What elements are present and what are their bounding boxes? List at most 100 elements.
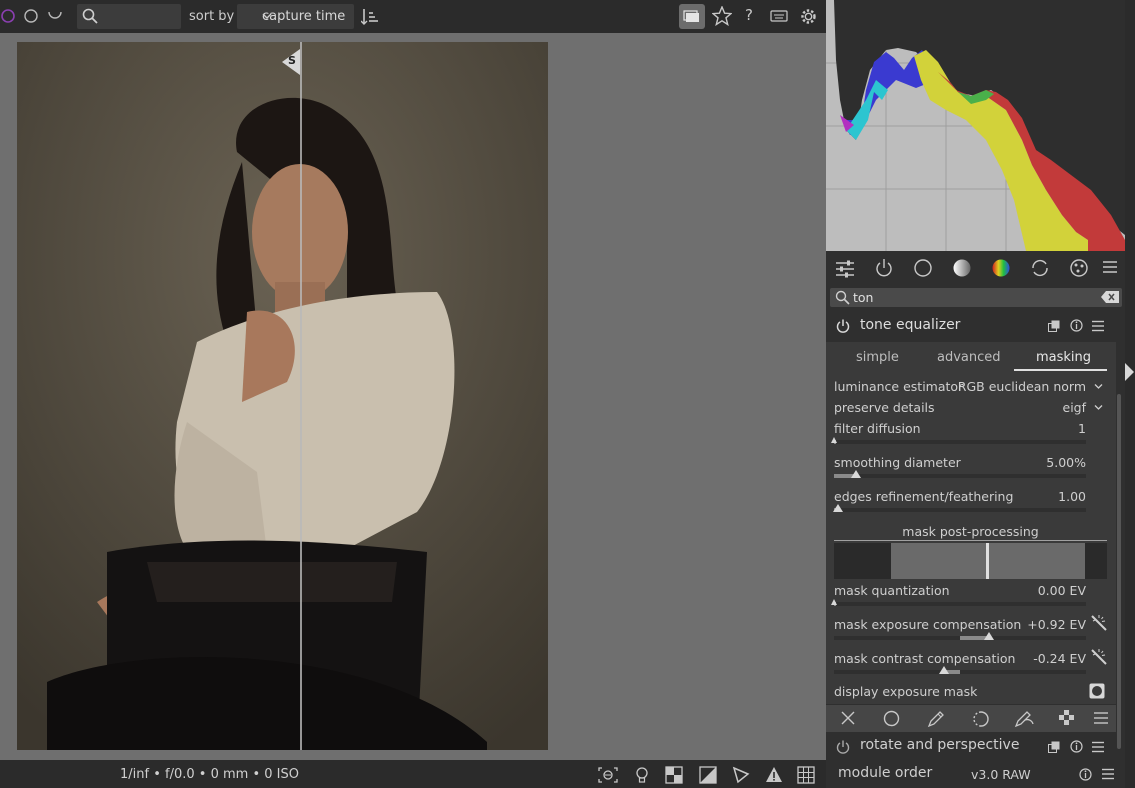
- module-order-label: module order: [838, 765, 933, 781]
- help-icon[interactable]: ?: [745, 6, 753, 24]
- mask-histogram-bar[interactable]: [834, 543, 1107, 579]
- histogram[interactable]: [826, 0, 1125, 251]
- power-icon[interactable]: [874, 258, 894, 278]
- chevron-down-icon[interactable]: [1094, 403, 1103, 412]
- filter-diffusion-label: filter diffusion: [834, 421, 921, 436]
- close-icon[interactable]: [841, 711, 855, 725]
- luminance-estimator-label: luminance estimator: [834, 379, 964, 394]
- tab-simple[interactable]: simple: [856, 350, 899, 365]
- effects-group-icon[interactable]: [1069, 258, 1089, 278]
- multi-instance-icon[interactable]: [1048, 320, 1060, 332]
- color-group-icon[interactable]: [991, 258, 1011, 278]
- module-power-icon[interactable]: [836, 319, 850, 333]
- slider-handle[interactable]: [831, 599, 837, 605]
- clear-search-icon[interactable]: [1101, 291, 1119, 303]
- reset-icon[interactable]: [1070, 319, 1083, 332]
- star-overlay-icon[interactable]: [712, 6, 732, 26]
- sort-order-icon[interactable]: [361, 8, 379, 26]
- mask-histogram-marker: [986, 543, 989, 579]
- preserve-details-select[interactable]: eigf: [1063, 400, 1087, 415]
- correct-group-icon[interactable]: [1030, 258, 1050, 278]
- smoothing-diameter-slider[interactable]: [834, 474, 1086, 478]
- mask-quantization-label: mask quantization: [834, 583, 950, 598]
- edges-refinement-slider[interactable]: [834, 508, 1086, 512]
- search-input[interactable]: [77, 4, 181, 29]
- preserve-details-label: preserve details: [834, 400, 935, 415]
- blend-menu-icon[interactable]: [1094, 711, 1108, 725]
- magic-wand-icon[interactable]: [1090, 648, 1108, 666]
- multi-instance-icon[interactable]: [1048, 741, 1060, 753]
- reset-icon[interactable]: [1070, 740, 1083, 753]
- expand-panel-arrow-icon[interactable]: [1125, 363, 1135, 381]
- slider-handle[interactable]: [833, 504, 843, 512]
- search-icon: [82, 8, 98, 24]
- split-handle[interactable]: S: [282, 49, 300, 75]
- photo-preview[interactable]: [17, 42, 548, 750]
- hamburger-menu-icon[interactable]: [1103, 260, 1117, 274]
- mask-tools-bar: [826, 705, 1116, 732]
- mask-exposure-slider[interactable]: [834, 636, 1086, 640]
- tab-advanced[interactable]: advanced: [937, 350, 1001, 365]
- mask-exposure-label: mask exposure compensation: [834, 617, 1022, 632]
- module-order-menu-icon[interactable]: [1102, 768, 1114, 780]
- module-search-field[interactable]: ton: [830, 288, 1122, 307]
- sort-select[interactable]: capture time: [237, 4, 354, 29]
- keyboard-shortcuts-icon[interactable]: [770, 9, 788, 23]
- chevron-down-icon: [262, 11, 349, 21]
- base-group-icon[interactable]: [913, 258, 933, 278]
- raster-mask-icon[interactable]: [1058, 710, 1075, 727]
- grouping-button[interactable]: [679, 4, 705, 29]
- slider-handle[interactable]: [851, 470, 861, 478]
- warning-icon[interactable]: [765, 766, 783, 784]
- gamut-check-icon[interactable]: [732, 766, 750, 784]
- presets-menu-icon[interactable]: [1092, 741, 1104, 753]
- right-edge-strip: [1125, 0, 1135, 788]
- sort-by-label: sort by: [189, 9, 235, 24]
- tab-masking[interactable]: masking: [1036, 350, 1091, 365]
- display-mask-toggle[interactable]: [1089, 683, 1105, 699]
- smoothing-diameter-value[interactable]: 5.00%: [1046, 455, 1086, 470]
- drawn-parametric-mask-icon[interactable]: [1014, 710, 1034, 728]
- rotate-perspective-header[interactable]: rotate and perspective: [826, 733, 1116, 760]
- guides-icon[interactable]: [797, 766, 815, 784]
- module-power-icon[interactable]: [836, 740, 850, 754]
- adjust-sliders-icon[interactable]: [835, 259, 855, 279]
- parametric-mask-icon[interactable]: [972, 710, 990, 728]
- uniform-mask-icon[interactable]: [883, 710, 900, 727]
- tone-equalizer-header[interactable]: tone equalizer: [826, 311, 1116, 341]
- lightbulb-icon[interactable]: [633, 766, 651, 784]
- arc-filter-icon[interactable]: [47, 8, 63, 24]
- edges-refinement-value[interactable]: 1.00: [1058, 489, 1086, 504]
- module-order-value: v3.0 RAW: [971, 767, 1031, 782]
- panel-scrollbar[interactable]: [1117, 394, 1121, 749]
- mask-quantization-slider[interactable]: [834, 602, 1086, 606]
- color-assessment-icon[interactable]: [665, 766, 683, 784]
- portrait-image: [17, 42, 548, 750]
- split-marker-label: S: [288, 54, 296, 67]
- mask-exposure-value[interactable]: +0.92 EV: [1027, 617, 1086, 632]
- magic-wand-icon[interactable]: [1090, 614, 1108, 632]
- mask-contrast-label: mask contrast compensation: [834, 651, 1016, 666]
- presets-menu-icon[interactable]: [1092, 320, 1104, 332]
- softproof-icon[interactable]: [699, 766, 717, 784]
- filter-diffusion-value[interactable]: 1: [1078, 421, 1086, 436]
- mask-contrast-slider[interactable]: [834, 670, 1086, 674]
- info-icon[interactable]: [1079, 768, 1092, 781]
- reject-filter-icon[interactable]: [0, 8, 16, 24]
- drawn-mask-icon[interactable]: [927, 710, 945, 728]
- circle-filter-icon[interactable]: [23, 8, 39, 24]
- module-search-value: ton: [853, 290, 874, 305]
- chevron-down-icon[interactable]: [1094, 382, 1103, 391]
- slider-handle[interactable]: [939, 666, 949, 674]
- focus-peaking-icon[interactable]: [598, 767, 618, 783]
- luminance-estimator-select[interactable]: RGB euclidean norm: [958, 379, 1086, 394]
- gear-icon[interactable]: [799, 7, 818, 26]
- mask-contrast-value[interactable]: -0.24 EV: [1033, 651, 1086, 666]
- slider-handle[interactable]: [984, 632, 994, 640]
- slider-handle[interactable]: [831, 437, 837, 443]
- tone-group-icon[interactable]: [952, 258, 972, 278]
- split-divider[interactable]: [300, 42, 302, 750]
- tone-equalizer-body: [826, 342, 1116, 704]
- mask-quantization-value[interactable]: 0.00 EV: [1038, 583, 1086, 598]
- filter-diffusion-slider[interactable]: [834, 440, 1086, 444]
